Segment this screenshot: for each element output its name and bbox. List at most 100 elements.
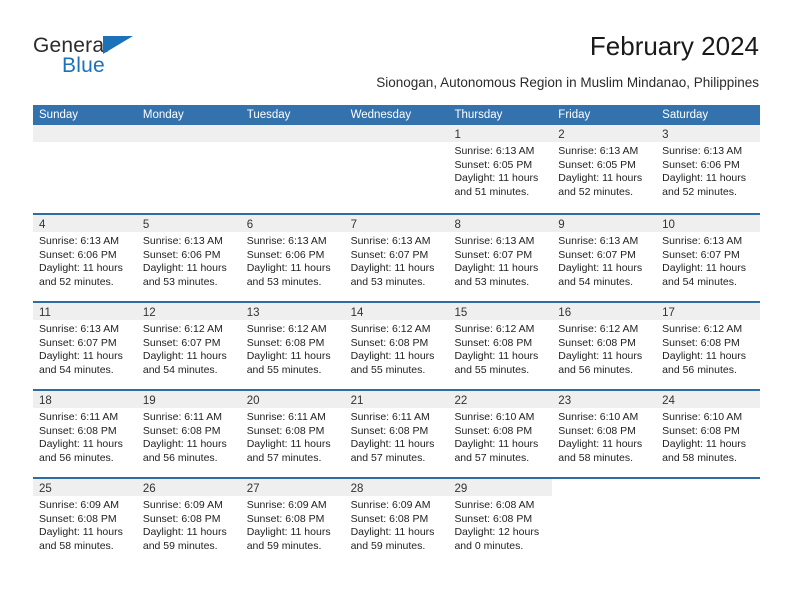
day-cell-11[interactable]: 11 Sunrise: 6:13 AM Sunset: 6:07 PM Dayligh… [33,303,137,389]
sunrise-text: Sunrise: 6:10 AM [558,411,639,423]
day-number: 9 [558,219,565,231]
day-number: 23 [558,395,572,407]
weekday-header-wednesday: Wednesday [350,109,412,121]
calendar-page: General Blue February 2024 Sionogan, Aut… [0,0,792,612]
sunrise-text: Sunrise: 6:09 AM [39,499,119,511]
day-cell-10[interactable]: 10 Sunrise: 6:13 AM Sunset: 6:07 PM Dayligh… [656,215,761,301]
day-cell-26[interactable]: 26 Sunrise: 6:09 AM Sunset: 6:08 PM Dayligh… [136,479,241,565]
day-number: 27 [246,483,260,495]
day-number: 24 [662,395,675,407]
day-number-band: 10 [656,215,761,232]
day-cell-29[interactable]: 29 Sunrise: 6:08 AM Sunset: 6:08 PM Dayligh… [448,479,553,565]
sunrise-text: Sunrise: 6:11 AM [350,411,430,423]
day-number-band: 4 [33,215,137,232]
sunset-text: Sunset: 6:08 PM [39,512,117,525]
day-cell-23[interactable]: 23 Sunrise: 6:10 AM Sunset: 6:08 PM Dayligh… [552,391,657,477]
day-cell-2[interactable]: 2 Sunrise: 6:13 AM Sunset: 6:05 PM Daylight… [552,125,657,213]
day-cell-13[interactable]: 13 Sunrise: 6:12 AM Sunset: 6:08 PM Dayligh… [240,303,345,389]
day-cell-4[interactable]: 4 Sunrise: 6:13 AM Sunset: 6:06 PM Daylight… [33,215,137,301]
sunrise-text: Sunrise: 6:08 AM [454,499,535,511]
day-cell-9[interactable]: 9 Sunrise: 6:13 AM Sunset: 6:07 PM Daylight… [552,215,657,301]
sunrise-text: Sunrise: 6:13 AM [246,235,327,247]
sunrise-text: Sunrise: 6:11 AM [142,411,223,423]
day-number: 19 [142,395,156,407]
daylight-text: Daylight: 11 hours and 56 minutes. [662,350,747,376]
day-cell-25[interactable]: 25 Sunrise: 6:09 AM Sunset: 6:08 PM Dayligh… [33,479,137,565]
sunrise-text: Sunrise: 6:13 AM [662,145,743,157]
day-cell-18[interactable]: 18 Sunrise: 6:11 AM Sunset: 6:08 PM Dayligh… [33,391,137,477]
day-cell-21[interactable]: 21 Sunrise: 6:11 AM Sunset: 6:08 PM Dayligh… [344,391,449,477]
day-details: Sunrise: 6:13 AM Sunset: 6:07 PM Daylight:… [552,232,656,289]
day-cell-7[interactable]: 7 Sunrise: 6:13 AM Sunset: 6:07 PM Daylight… [344,215,449,301]
daylight-text: Daylight: 11 hours and 52 minutes. [558,172,643,198]
daylight-text: Daylight: 11 hours and 58 minutes. [39,526,123,552]
sunrise-text: Sunrise: 6:12 AM [558,323,639,335]
day-details: Sunrise: 6:11 AM Sunset: 6:08 PM Daylight:… [33,408,137,465]
day-cell-15[interactable]: 15 Sunrise: 6:12 AM Sunset: 6:08 PM Dayligh… [448,303,553,389]
day-cell-12[interactable]: 12 Sunrise: 6:12 AM Sunset: 6:07 PM Dayligh… [136,303,241,389]
day-details: Sunrise: 6:13 AM Sunset: 6:07 PM Daylight:… [33,320,137,377]
day-cell-17[interactable]: 17 Sunrise: 6:12 AM Sunset: 6:08 PM Dayligh… [656,303,761,389]
weekday-header-friday: Friday [558,109,591,121]
day-cell-8[interactable]: 8 Sunrise: 6:13 AM Sunset: 6:07 PM Daylight… [448,215,553,301]
day-number: 29 [454,483,468,495]
day-cell-3[interactable]: 3 Sunrise: 6:13 AM Sunset: 6:06 PM Daylight… [656,125,761,213]
day-number-band: 18 [33,391,137,408]
daylight-text: Daylight: 11 hours and 54 minutes. [558,262,643,288]
sunset-text: Sunset: 6:08 PM [142,424,221,437]
daylight-text: Daylight: 11 hours and 53 minutes. [246,262,331,288]
day-number-band [136,125,241,142]
sunset-text: Sunset: 6:07 PM [558,248,636,261]
day-number-band: 12 [136,303,241,320]
day-details: Sunrise: 6:12 AM Sunset: 6:08 PM Daylight:… [552,320,656,377]
day-cell-24[interactable]: 24 Sunrise: 6:10 AM Sunset: 6:08 PM Dayligh… [656,391,761,477]
day-number: 5 [142,219,150,231]
day-details: Sunrise: 6:13 AM Sunset: 6:06 PM Daylight:… [656,142,760,199]
daylight-text: Daylight: 11 hours and 53 minutes. [350,262,435,288]
day-number: 8 [454,219,461,231]
weekday-header-saturday: Saturday [662,109,709,121]
day-cell-20[interactable]: 20 Sunrise: 6:11 AM Sunset: 6:08 PM Dayligh… [240,391,345,477]
daylight-text: Daylight: 11 hours and 51 minutes. [454,172,539,198]
day-cell-28[interactable]: 28 Sunrise: 6:09 AM Sunset: 6:08 PM Dayligh… [344,479,449,565]
day-cell-5[interactable]: 5 Sunrise: 6:13 AM Sunset: 6:06 PM Daylight… [136,215,241,301]
sunset-text: Sunset: 6:08 PM [454,336,533,349]
day-cell-1[interactable]: 1 Sunrise: 6:13 AM Sunset: 6:05 PM Daylight… [448,125,553,213]
day-details: Sunrise: 6:12 AM Sunset: 6:08 PM Daylight:… [656,320,760,377]
day-details: Sunrise: 6:11 AM Sunset: 6:08 PM Daylight:… [241,408,345,465]
daylight-text: Daylight: 11 hours and 59 minutes. [142,526,227,552]
day-number-band: 2 [552,125,657,142]
sunset-text: Sunset: 6:08 PM [246,424,325,437]
daylight-text: Daylight: 11 hours and 59 minutes. [246,526,331,552]
daylight-text: Daylight: 11 hours and 55 minutes. [350,350,435,376]
sunrise-text: Sunrise: 6:13 AM [662,235,743,247]
day-cell-19[interactable]: 19 Sunrise: 6:11 AM Sunset: 6:08 PM Dayligh… [136,391,241,477]
sunrise-text: Sunrise: 6:10 AM [662,411,743,423]
day-number: 1 [454,129,461,141]
day-number: 22 [454,395,468,407]
daylight-text: Daylight: 11 hours and 56 minutes. [558,350,643,376]
sunset-text: Sunset: 6:08 PM [246,336,325,349]
day-number-band: 23 [552,391,657,408]
day-details: Sunrise: 6:13 AM Sunset: 6:06 PM Daylight:… [33,232,137,289]
day-cell-27[interactable]: 27 Sunrise: 6:09 AM Sunset: 6:08 PM Dayligh… [240,479,345,565]
day-number: 25 [39,483,52,495]
day-number: 11 [39,307,51,319]
daylight-text: Daylight: 11 hours and 54 minutes. [662,262,747,288]
day-details: Sunrise: 6:13 AM Sunset: 6:05 PM Daylight:… [552,142,656,199]
sunset-text: Sunset: 6:08 PM [246,512,325,525]
sunset-text: Sunset: 6:08 PM [662,424,740,437]
sunrise-text: Sunrise: 6:12 AM [142,323,223,335]
day-cell-14[interactable]: 14 Sunrise: 6:12 AM Sunset: 6:08 PM Dayligh… [344,303,449,389]
day-cell-6[interactable]: 6 Sunrise: 6:13 AM Sunset: 6:06 PM Daylight… [240,215,345,301]
daylight-text: Daylight: 11 hours and 59 minutes. [350,526,435,552]
day-number: 12 [142,307,156,319]
day-cell-22[interactable]: 22 Sunrise: 6:10 AM Sunset: 6:08 PM Dayligh… [448,391,553,477]
day-details: Sunrise: 6:13 AM Sunset: 6:07 PM Daylight:… [656,232,760,289]
day-cell-16[interactable]: 16 Sunrise: 6:12 AM Sunset: 6:08 PM Dayligh… [552,303,657,389]
day-number-band: 13 [240,303,345,320]
day-number: 3 [662,129,669,141]
sunset-text: Sunset: 6:07 PM [662,248,740,261]
day-number: 18 [39,395,52,407]
sunset-text: Sunset: 6:07 PM [454,248,533,261]
